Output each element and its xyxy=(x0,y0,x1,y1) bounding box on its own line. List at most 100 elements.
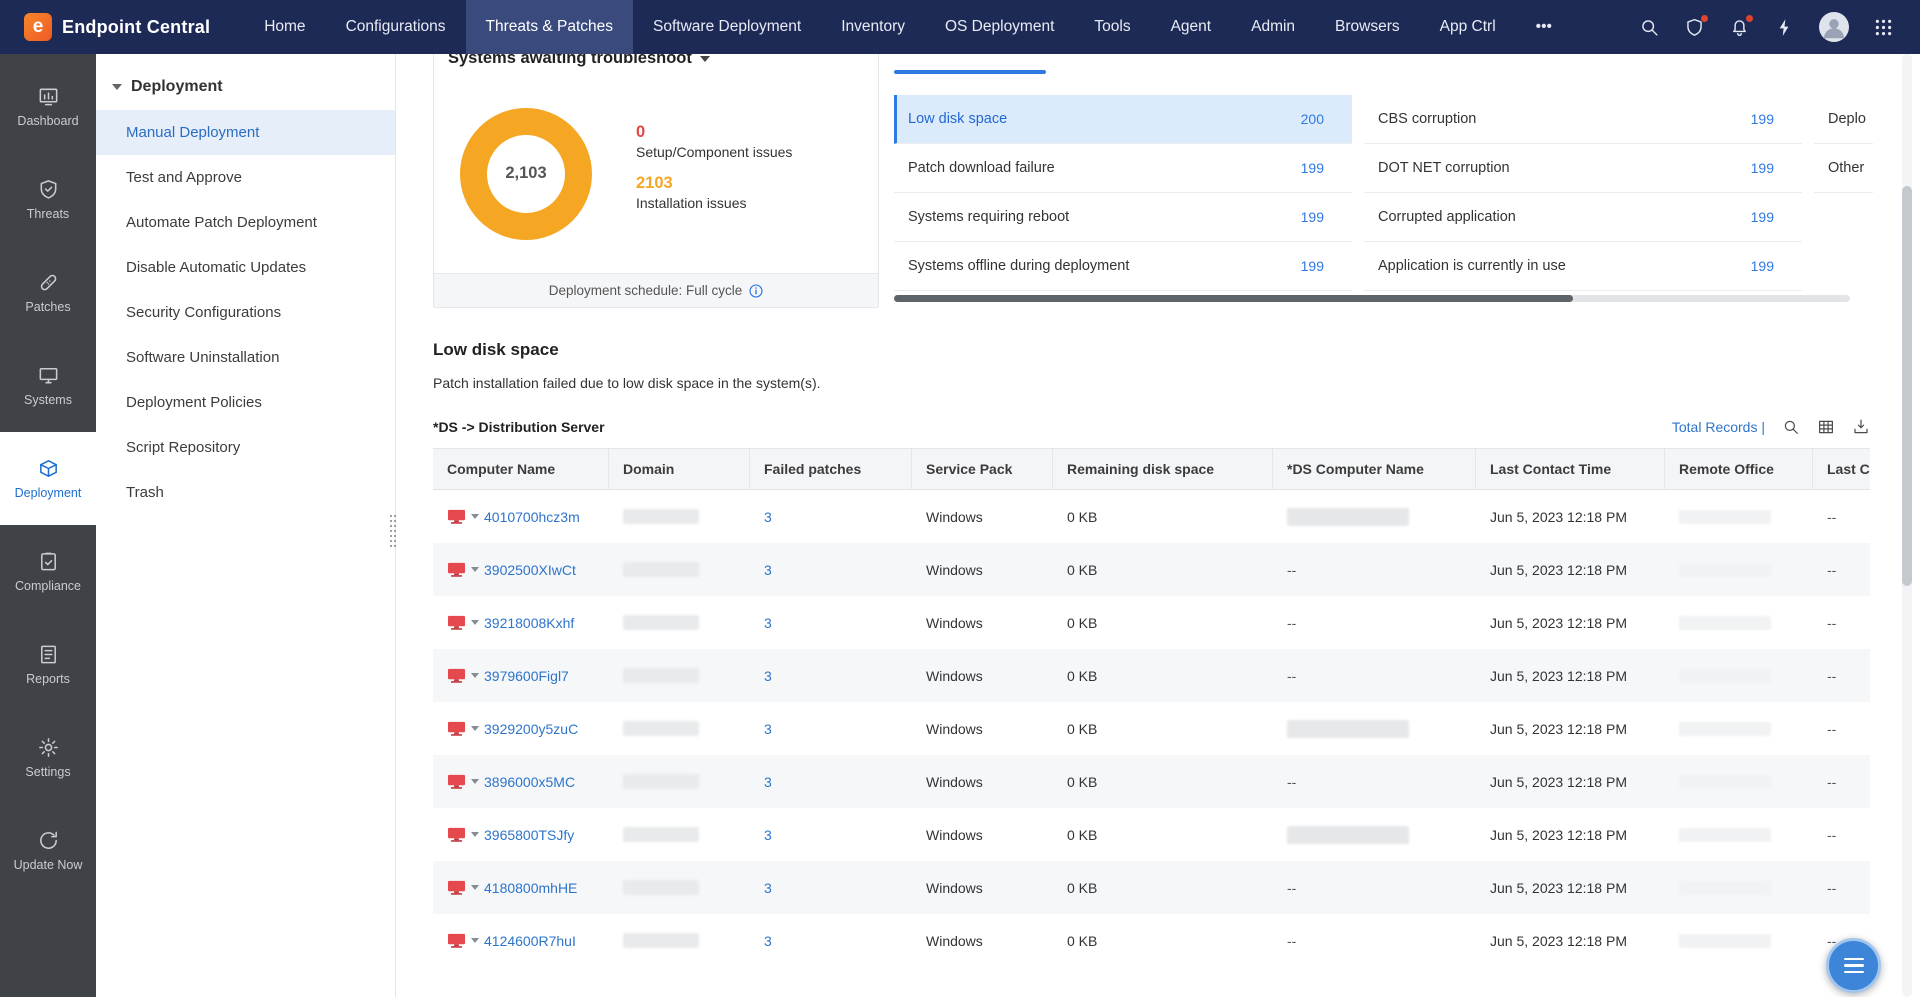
sidebar-item-deployment[interactable]: Deployment xyxy=(0,432,96,525)
export-icon[interactable] xyxy=(1852,418,1870,436)
nav-configurations[interactable]: Configurations xyxy=(326,0,466,54)
nav-browsers[interactable]: Browsers xyxy=(1315,0,1420,54)
brand[interactable]: e Endpoint Central xyxy=(0,13,244,41)
nav-tools[interactable]: Tools xyxy=(1074,0,1150,54)
computer-name-link[interactable]: 4010700hcz3m xyxy=(484,509,580,525)
failed-patches-link[interactable]: 3 xyxy=(764,562,772,578)
issue-corrupted-application[interactable]: Corrupted application 199 xyxy=(1364,193,1802,242)
chevron-down-icon[interactable] xyxy=(471,938,479,943)
subnav-trash[interactable]: Trash xyxy=(96,470,395,515)
failed-patches-link[interactable]: 3 xyxy=(764,668,772,684)
computer-icon[interactable] xyxy=(447,879,466,896)
issue-patch-download-failure[interactable]: Patch download failure 199 xyxy=(894,144,1352,193)
issue-dot-net-corruption[interactable]: DOT NET corruption 199 xyxy=(1364,144,1802,193)
sidebar-item-patches[interactable]: Patches xyxy=(0,246,96,339)
col-remaining-disk-space[interactable]: Remaining disk space xyxy=(1053,449,1273,489)
subnav-disable-automatic-updates[interactable]: Disable Automatic Updates xyxy=(96,245,395,290)
col-service-pack[interactable]: Service Pack xyxy=(912,449,1053,489)
user-avatar[interactable] xyxy=(1819,12,1849,42)
failed-patches-link[interactable]: 3 xyxy=(764,721,772,737)
info-icon[interactable] xyxy=(749,284,763,298)
computer-name-link[interactable]: 3965800TSJfy xyxy=(484,827,574,843)
subsidebar-header[interactable]: Deployment xyxy=(112,78,395,96)
panel-resize-handle[interactable] xyxy=(390,515,400,547)
sidebar-item-reports[interactable]: Reports xyxy=(0,618,96,711)
issue-clipped-1[interactable]: Deplo xyxy=(1814,95,1873,144)
failed-patches-link[interactable]: 3 xyxy=(764,615,772,631)
issue-low-disk-space[interactable]: Low disk space 200 xyxy=(894,95,1352,144)
computer-icon[interactable] xyxy=(447,508,466,525)
subnav-automate-patch-deployment[interactable]: Automate Patch Deployment xyxy=(96,200,395,245)
chevron-down-icon[interactable] xyxy=(471,885,479,890)
search-icon[interactable] xyxy=(1639,17,1660,38)
failed-patches-link[interactable]: 3 xyxy=(764,827,772,843)
sidebar-item-systems[interactable]: Systems xyxy=(0,339,96,432)
chevron-down-icon[interactable] xyxy=(471,514,479,519)
nav-software-deployment[interactable]: Software Deployment xyxy=(633,0,821,54)
nav-admin[interactable]: Admin xyxy=(1231,0,1315,54)
col-failed-patches[interactable]: Failed patches xyxy=(750,449,912,489)
quick-actions-fab[interactable] xyxy=(1826,938,1881,993)
horizontal-scrollbar[interactable] xyxy=(894,295,1850,302)
nav-threats-patches[interactable]: Threats & Patches xyxy=(466,0,634,54)
col-domain[interactable]: Domain xyxy=(609,449,750,489)
computer-icon[interactable] xyxy=(447,720,466,737)
sidebar-item-threats[interactable]: Threats xyxy=(0,153,96,246)
subnav-security-configurations[interactable]: Security Configurations xyxy=(96,290,395,335)
nav-home[interactable]: Home xyxy=(244,0,325,54)
failed-patches-link[interactable]: 3 xyxy=(764,774,772,790)
computer-name-link[interactable]: 3896000x5MC xyxy=(484,774,575,790)
notifications-bell-icon[interactable] xyxy=(1729,17,1750,38)
quick-launch-bolt-icon[interactable] xyxy=(1774,17,1795,38)
issue-application-in-use[interactable]: Application is currently in use 199 xyxy=(1364,242,1802,291)
computer-name-link[interactable]: 4180800mhHE xyxy=(484,880,577,896)
nav-app-ctrl[interactable]: App Ctrl xyxy=(1420,0,1516,54)
nav-os-deployment[interactable]: OS Deployment xyxy=(925,0,1074,54)
chevron-down-icon[interactable] xyxy=(471,620,479,625)
subnav-test-and-approve[interactable]: Test and Approve xyxy=(96,155,395,200)
chevron-down-icon[interactable] xyxy=(700,56,710,62)
sidebar-item-update-now[interactable]: Update Now xyxy=(0,804,96,897)
computer-icon[interactable] xyxy=(447,614,466,631)
col-last-contact-time[interactable]: Last Contact Time xyxy=(1476,449,1665,489)
computer-icon[interactable] xyxy=(447,667,466,684)
total-records-link[interactable]: Total Records | xyxy=(1672,419,1765,435)
col-ds-computer-name[interactable]: *DS Computer Name xyxy=(1273,449,1476,489)
chevron-down-icon[interactable] xyxy=(471,673,479,678)
subnav-deployment-policies[interactable]: Deployment Policies xyxy=(96,380,395,425)
failed-patches-link[interactable]: 3 xyxy=(764,880,772,896)
subnav-software-uninstallation[interactable]: Software Uninstallation xyxy=(96,335,395,380)
col-computer-name[interactable]: Computer Name xyxy=(433,449,609,489)
computer-name-link[interactable]: 3902500XIwCt xyxy=(484,562,576,578)
sidebar-item-settings[interactable]: Settings xyxy=(0,711,96,804)
issue-cbs-corruption[interactable]: CBS corruption 199 xyxy=(1364,95,1802,144)
subnav-script-repository[interactable]: Script Repository xyxy=(96,425,395,470)
computer-icon[interactable] xyxy=(447,561,466,578)
issue-clipped-2[interactable]: Other xyxy=(1814,144,1873,193)
apps-grid-icon[interactable] xyxy=(1873,17,1894,38)
failed-patches-link[interactable]: 3 xyxy=(764,933,772,949)
chevron-down-icon[interactable] xyxy=(471,726,479,731)
subnav-manual-deployment[interactable]: Manual Deployment xyxy=(96,110,395,155)
nav-inventory[interactable]: Inventory xyxy=(821,0,925,54)
sidebar-item-compliance[interactable]: Compliance xyxy=(0,525,96,618)
computer-name-link[interactable]: 3979600Figl7 xyxy=(484,668,569,684)
issue-systems-requiring-reboot[interactable]: Systems requiring reboot 199 xyxy=(894,193,1352,242)
computer-name-link[interactable]: 39218008Kxhf xyxy=(484,615,574,631)
computer-name-link[interactable]: 3929200y5zuC xyxy=(484,721,578,737)
nav-agent[interactable]: Agent xyxy=(1151,0,1232,54)
col-remote-office[interactable]: Remote Office xyxy=(1665,449,1813,489)
nav-more-menu[interactable]: ••• xyxy=(1516,0,1572,54)
table-view-icon[interactable] xyxy=(1817,418,1835,436)
vertical-scrollbar[interactable] xyxy=(1902,54,1912,997)
issue-systems-offline-during-deployment[interactable]: Systems offline during deployment 199 xyxy=(894,242,1352,291)
computer-icon[interactable] xyxy=(447,932,466,949)
failed-patches-link[interactable]: 3 xyxy=(764,509,772,525)
computer-icon[interactable] xyxy=(447,773,466,790)
computer-name-link[interactable]: 4124600R7huI xyxy=(484,933,576,949)
chevron-down-icon[interactable] xyxy=(471,779,479,784)
chevron-down-icon[interactable] xyxy=(471,567,479,572)
vertical-scrollbar-thumb[interactable] xyxy=(1902,186,1912,586)
sidebar-item-dashboard[interactable]: Dashboard xyxy=(0,60,96,153)
col-last-clipped[interactable]: Last C xyxy=(1813,449,1870,489)
